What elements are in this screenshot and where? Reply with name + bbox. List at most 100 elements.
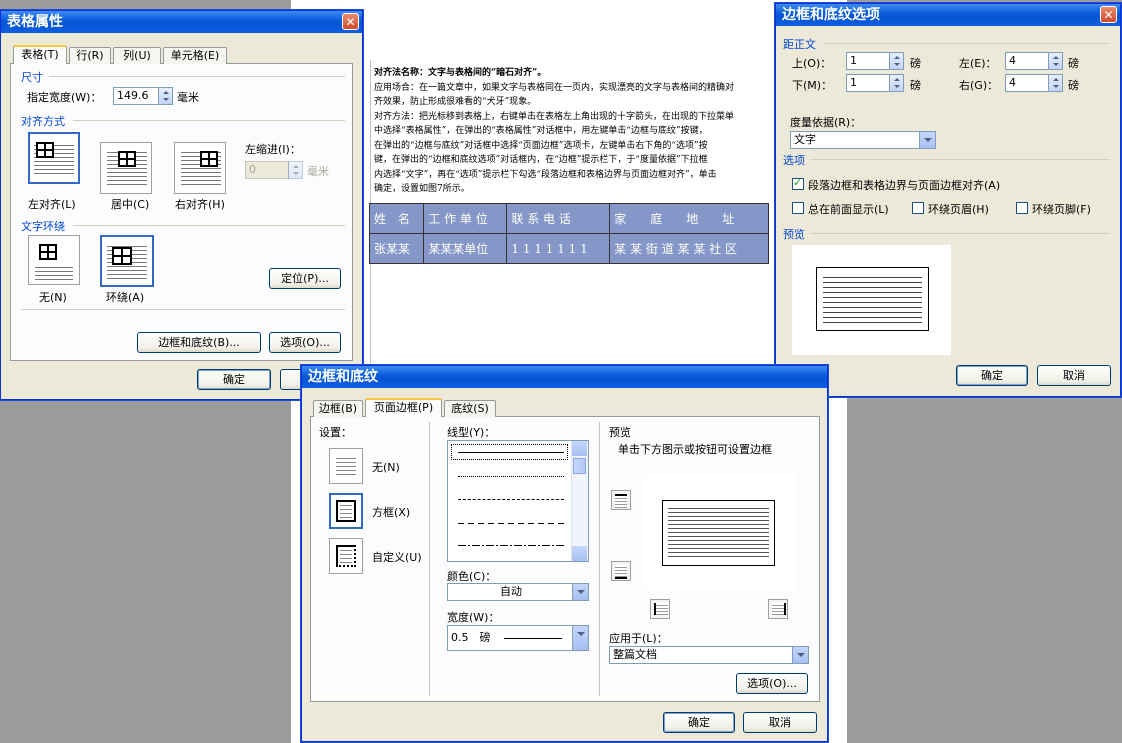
table-cell[interactable]: 张某某 [368,233,425,264]
right-margin-input[interactable]: 4 [1005,74,1049,92]
setting-custom-label: 自定义(U) [372,551,422,564]
dialog-title: 边框和底纹 [308,369,378,385]
apply-to-select[interactable]: 整篇文档 [609,646,809,664]
scroll-down-button[interactable] [572,546,587,561]
doc-line: 内选择“文字”，再在“选项”提示栏下勾选“段落边框和表格边界与页面边框对齐”，单… [374,169,717,180]
tab-table[interactable]: 表格(T) [13,45,67,64]
line-style-dotted[interactable] [458,476,564,477]
document-table[interactable]: 姓 名 工 作 单 位 联 系 电 话 家 庭 地 址 张某某 某某某单位 1 … [368,203,769,264]
align-left-option[interactable] [28,132,80,184]
left-margin-spinner[interactable] [1048,52,1063,70]
setting-custom-option[interactable] [329,538,363,574]
align-with-page-border-checkbox[interactable] [792,176,804,190]
align-right-option[interactable] [174,142,226,194]
preview-hint: 单击下方图示或按钮可设置边框 [618,443,772,456]
left-margin-input[interactable]: 4 [1005,52,1049,70]
cancel-button[interactable]: 取消 [1037,365,1111,386]
wrap-none-label: 无(N) [39,291,67,304]
position-button[interactable]: 定位(P)... [269,268,341,289]
doc-line: 中选择“表格属性”，在弹出的“表格属性”对话框中，用左键单击“边框与底纹”按键， [374,126,708,136]
wrap-around-option[interactable] [100,235,154,287]
table-cell[interactable]: 家 庭 地 址 [609,203,769,234]
close-button[interactable]: ✕ [1100,6,1117,23]
right-border-button[interactable] [768,599,788,619]
line-style-list[interactable] [447,440,589,562]
bottom-margin-label: 下(M)： [792,79,833,92]
indent-unit: 毫米 [307,165,329,178]
table-cell[interactable]: 某 某 街 道 某 某 社 区 [609,233,769,264]
borders-shading-button[interactable]: 边框和底纹(B)... [137,332,261,353]
measure-from-select[interactable]: 文字 [790,131,936,149]
wrap-none-option[interactable] [28,235,80,285]
divider [810,159,1110,160]
color-select[interactable]: 自动 [447,583,589,601]
dialog-titlebar: 表格属性 [1,11,362,33]
wrap-around-label: 环绕(A) [106,291,145,304]
table-icon [36,142,54,158]
line-style-solid[interactable] [458,452,564,453]
bottom-margin-input[interactable]: 1 [846,74,890,92]
table-cell[interactable]: 工 作 单 位 [423,203,508,234]
top-margin-spinner[interactable] [889,52,904,70]
tab-borders[interactable]: 边框(B) [313,400,363,417]
chevron-down-icon[interactable] [572,584,588,600]
table-row: 张某某 某某某单位 1 1 1 1 1 1 1 某 某 街 道 某 某 社 区 [368,233,769,264]
indent-input[interactable]: 0 [245,161,289,179]
width-spinner[interactable] [158,87,173,105]
align-center-option[interactable] [100,142,152,194]
line-style-dashed-small[interactable] [458,499,564,500]
tab-cell[interactable]: 单元格(E) [163,47,227,64]
doc-line: 对齐方法：把光标移到表格上，右键单击在表格左上角出现的十字箭头，在出现的下拉菜单 [374,111,735,122]
divider [810,233,1110,234]
width-input[interactable]: 149.6 [113,87,159,105]
setting-label: 设置： [319,426,352,439]
chevron-down-icon[interactable] [919,132,935,148]
preview-page[interactable] [642,474,797,590]
options-button[interactable]: 选项(O)... [736,673,808,694]
scrollbar[interactable] [571,441,588,561]
tab-row[interactable]: 行(R) [69,47,111,64]
text-lines-icon [35,264,73,280]
scroll-up-button[interactable] [572,441,587,456]
tab-column[interactable]: 列(U) [113,47,161,64]
always-in-front-checkbox[interactable] [792,202,804,214]
ok-button[interactable]: 确定 [663,712,735,733]
left-border-button[interactable] [650,599,670,619]
bottom-margin-spinner[interactable] [889,74,904,92]
unit-label: 磅 [1068,79,1079,92]
width-select[interactable]: 0.5 磅 [447,625,589,651]
options-button[interactable]: 选项(O)... [269,332,341,353]
apply-to-label: 应用于(L)： [609,632,668,645]
line-style-dash-dot[interactable] [458,545,564,546]
chevron-down-icon[interactable] [572,626,588,650]
scroll-thumb[interactable] [573,458,586,474]
dialog-title: 表格属性 [7,14,63,30]
align-right-label: 右对齐(H) [175,198,225,211]
top-border-button[interactable] [611,490,631,510]
table-cell[interactable]: 姓 名 [368,203,425,234]
right-margin-spinner[interactable] [1048,74,1063,92]
tab-shading[interactable]: 底纹(S) [444,400,496,417]
table-cell[interactable]: 1 1 1 1 1 1 1 [506,233,611,264]
cancel-button[interactable]: 取消 [743,712,817,733]
align-with-page-border-label: 段落边框和表格边界与页面边框对齐(A) [808,179,1001,192]
top-margin-input[interactable]: 1 [846,52,890,70]
chevron-down-icon[interactable] [792,647,808,663]
indent-spinner[interactable] [288,161,303,179]
surround-footer-checkbox[interactable] [1016,202,1028,214]
setting-box-option[interactable] [329,493,363,529]
divider [73,120,345,121]
setting-none-option[interactable] [329,448,363,484]
surround-header-checkbox[interactable] [912,202,924,214]
from-text-group-label: 距正文 [783,38,816,51]
table-cell[interactable]: 联 系 电 话 [506,203,611,234]
ok-button[interactable]: 确定 [197,369,271,390]
divider [49,76,345,77]
table-cell[interactable]: 某某某单位 [423,233,508,264]
line-style-dashed[interactable] [458,523,564,524]
bottom-border-button[interactable] [611,561,631,581]
ok-button[interactable]: 确定 [956,365,1028,386]
width-line-preview [504,638,562,639]
close-button[interactable]: ✕ [342,13,359,30]
tab-page-border[interactable]: 页面边框(P) [365,398,442,417]
